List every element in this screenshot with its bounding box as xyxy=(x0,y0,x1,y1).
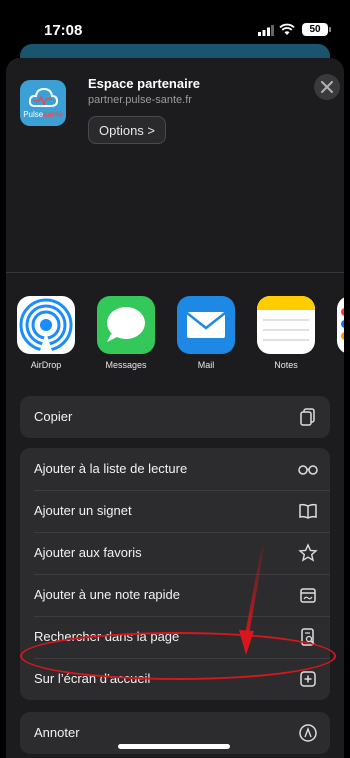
home-indicator xyxy=(118,744,230,749)
annotation-arrow xyxy=(239,538,266,655)
